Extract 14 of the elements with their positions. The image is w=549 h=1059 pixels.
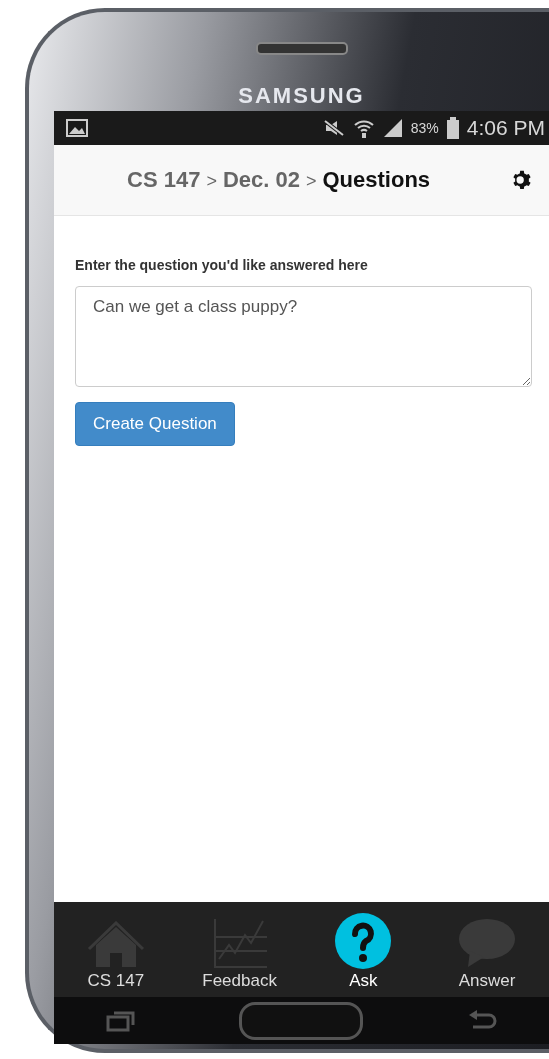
nav-tab[interactable]: Ask <box>349 971 378 991</box>
nav-tab[interactable]: Answer <box>458 971 516 991</box>
brand-logo: SAMSUNG <box>238 83 365 109</box>
breadcrumb-link[interactable]: CS 147 <box>127 167 201 193</box>
breadcrumb-link[interactable]: Dec. 02 <box>222 167 300 193</box>
nav-tab[interactable]: Feedback <box>202 971 277 991</box>
nav-tab[interactable]: CS 147 <box>87 971 145 991</box>
create-question-button[interactable]: Create Question <box>75 402 235 446</box>
breadcrumb-separator: > <box>206 171 217 192</box>
breadcrumb-separator: > <box>305 171 317 192</box>
question-label: Enter the question you'd like answered here <box>75 257 368 273</box>
battery-percent: 83% <box>410 120 439 136</box>
clock-time: 4:06 PM <box>466 116 545 140</box>
question-input[interactable]: Can we get a class puppy? <box>75 286 532 387</box>
